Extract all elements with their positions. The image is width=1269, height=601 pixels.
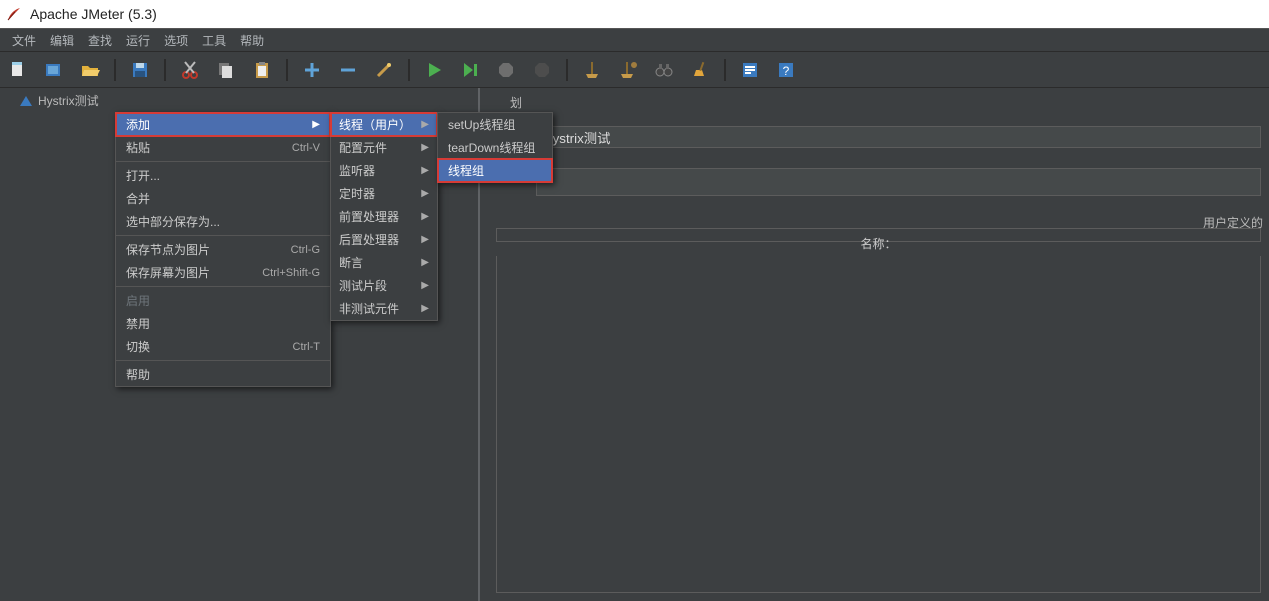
ctx-paste[interactable]: 粘贴Ctrl-V: [116, 136, 330, 159]
sub-timer[interactable]: 定时器▶: [331, 182, 437, 205]
ctx-separator: [116, 286, 330, 287]
menu-run[interactable]: 运行: [120, 30, 156, 51]
sub-config[interactable]: 配置元件▶: [331, 136, 437, 159]
toolbar-separator: [724, 59, 726, 81]
chevron-right-icon: ▶: [421, 211, 429, 222]
sub-post-processor[interactable]: 后置处理器▶: [331, 228, 437, 251]
toolbar-separator: [566, 59, 568, 81]
window-title: Apache JMeter (5.3): [30, 6, 157, 22]
context-submenu-threads: setUp线程组 tearDown线程组 线程组: [437, 112, 553, 183]
app-feather-icon: [6, 6, 22, 22]
grid-header: 名称：: [496, 228, 1261, 242]
ctx-disable[interactable]: 禁用: [116, 312, 330, 335]
grid-column-name: 名称：: [860, 235, 896, 252]
toolbar-separator: [114, 59, 116, 81]
sub-fragment[interactable]: 测试片段▶: [331, 274, 437, 297]
ctx-separator: [116, 161, 330, 162]
menu-tools[interactable]: 工具: [196, 30, 232, 51]
ctx-merge[interactable]: 合并: [116, 187, 330, 210]
menu-bar: 文件 编辑 查找 运行 选项 工具 帮助: [0, 28, 1269, 52]
ctx-save-screen-image[interactable]: 保存屏幕为图片Ctrl+Shift-G: [116, 261, 330, 284]
context-menu: 添加▶ 粘贴Ctrl-V 打开... 合并 选中部分保存为... 保存节点为图片…: [115, 112, 331, 387]
ctx-toggle[interactable]: 切换Ctrl-T: [116, 335, 330, 358]
thread-teardown[interactable]: tearDown线程组: [438, 136, 552, 159]
chevron-right-icon: ▶: [312, 119, 320, 130]
chevron-right-icon: ▶: [421, 234, 429, 245]
help-icon[interactable]: ?: [774, 58, 798, 82]
stop-icon[interactable]: [494, 58, 518, 82]
binoculars-icon[interactable]: [652, 58, 676, 82]
ctx-separator: [116, 235, 330, 236]
stop-all-icon[interactable]: [530, 58, 554, 82]
ctx-save-node-image[interactable]: 保存节点为图片Ctrl-G: [116, 238, 330, 261]
paste-icon[interactable]: [250, 58, 274, 82]
ctx-help[interactable]: 帮助: [116, 363, 330, 386]
context-submenu-add: 线程（用户）▶ 配置元件▶ 监听器▶ 定时器▶ 前置处理器▶ 后置处理器▶ 断言…: [330, 112, 438, 321]
grid-body[interactable]: [496, 256, 1261, 593]
ctx-separator: [116, 360, 330, 361]
thread-setup[interactable]: setUp线程组: [438, 113, 552, 136]
menu-edit[interactable]: 编辑: [44, 30, 80, 51]
menu-file[interactable]: 文件: [6, 30, 42, 51]
test-plan-title-suffix: 划: [510, 94, 522, 111]
minus-icon[interactable]: [336, 58, 360, 82]
broom-icon[interactable]: [688, 58, 712, 82]
sweep-icon[interactable]: [580, 58, 604, 82]
plus-icon[interactable]: [300, 58, 324, 82]
svg-text:?: ?: [783, 64, 790, 78]
thread-group[interactable]: 线程组: [438, 159, 552, 182]
chevron-right-icon: ▶: [421, 303, 429, 314]
ctx-open[interactable]: 打开...: [116, 164, 330, 187]
menu-search[interactable]: 查找: [82, 30, 118, 51]
sub-non-test[interactable]: 非测试元件▶: [331, 297, 437, 320]
tree-root-label: Hystrix测试: [38, 92, 99, 109]
chevron-right-icon: ▶: [421, 165, 429, 176]
tree-root-node[interactable]: Hystrix测试: [20, 92, 99, 109]
toolbar-separator: [164, 59, 166, 81]
cut-icon[interactable]: [178, 58, 202, 82]
sub-threads[interactable]: 线程（用户）▶: [331, 113, 437, 136]
toolbar-separator: [408, 59, 410, 81]
chevron-right-icon: ▶: [421, 119, 429, 130]
ctx-save-selection[interactable]: 选中部分保存为...: [116, 210, 330, 233]
ctx-enable: 启用: [116, 289, 330, 312]
chevron-right-icon: ▶: [421, 142, 429, 153]
play-next-icon[interactable]: [458, 58, 482, 82]
toolbar-separator: [286, 59, 288, 81]
open-template-icon[interactable]: [42, 58, 66, 82]
play-icon[interactable]: [422, 58, 446, 82]
sub-assertion[interactable]: 断言▶: [331, 251, 437, 274]
sub-pre-processor[interactable]: 前置处理器▶: [331, 205, 437, 228]
chevron-right-icon: ▶: [421, 188, 429, 199]
title-bar: Apache JMeter (5.3): [0, 0, 1269, 28]
menu-options[interactable]: 选项: [158, 30, 194, 51]
copy-icon[interactable]: [214, 58, 238, 82]
toolbar: ?: [0, 52, 1269, 88]
chevron-right-icon: ▶: [421, 257, 429, 268]
menu-help[interactable]: 帮助: [234, 30, 270, 51]
ctx-add[interactable]: 添加▶: [116, 113, 330, 136]
comment-input[interactable]: [536, 168, 1261, 196]
name-input[interactable]: [536, 126, 1261, 148]
new-file-icon[interactable]: [6, 58, 30, 82]
sweep-all-icon[interactable]: [616, 58, 640, 82]
wand-icon[interactable]: [372, 58, 396, 82]
chevron-right-icon: ▶: [421, 280, 429, 291]
sub-listener[interactable]: 监听器▶: [331, 159, 437, 182]
open-icon[interactable]: [78, 58, 102, 82]
report-icon[interactable]: [738, 58, 762, 82]
save-icon[interactable]: [128, 58, 152, 82]
right-panel: 划 名称： 注释： 用户定义的 名称：: [480, 88, 1269, 601]
flask-icon: [20, 96, 32, 106]
